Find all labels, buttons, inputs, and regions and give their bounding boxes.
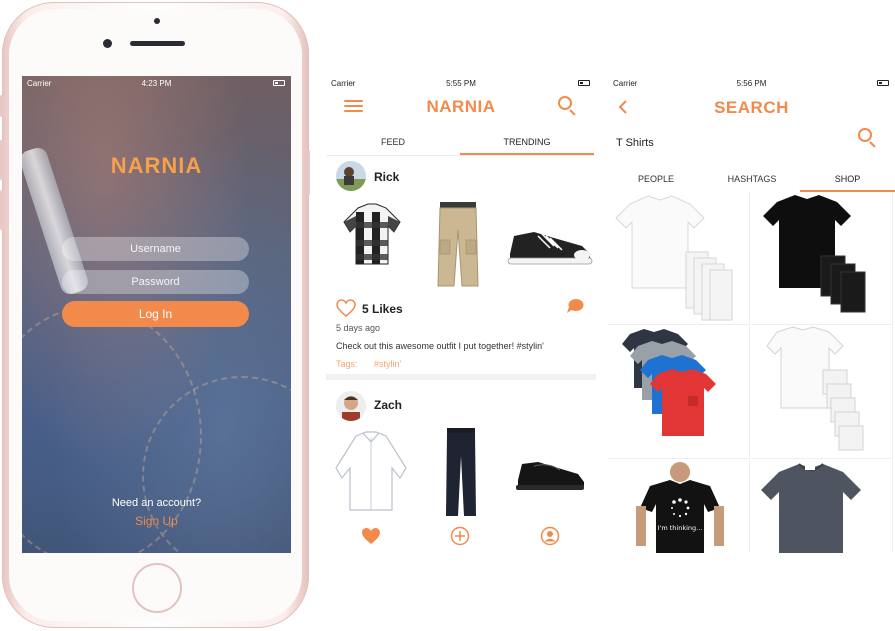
signup-link[interactable]: Sign Up [22,514,291,528]
shop-result-gray-tshirt[interactable] [751,460,893,553]
status-time: 4:23 PM [141,79,172,88]
password-field[interactable] [62,270,249,294]
like-heart-icon[interactable] [336,299,356,317]
shop-result-im-thinking-tshirt[interactable]: I'm thinking... [608,460,750,553]
volume-down-button [0,190,3,230]
plaid-shirt-item[interactable] [340,202,404,271]
tab-feed[interactable]: FEED [326,133,460,155]
app-showcase: Carrier 4:23 PM NARNIA Log In Need an ac… [0,0,895,631]
black-sneakers-item[interactable] [504,224,594,273]
black-pants-item[interactable] [444,426,478,523]
feed-tabs: FEED TRENDING [326,133,596,155]
status-bar: Carrier 5:55 PM [326,76,596,90]
search-screen: Carrier 5:56 PM SEARCH T Shirts PEOPLE H… [608,76,895,553]
black-loafers-item[interactable] [514,454,586,499]
heart-icon[interactable] [361,526,381,546]
search-icon[interactable] [858,128,878,148]
tshirt-print-text: I'm thinking... [658,524,703,532]
login-screen: Carrier 4:23 PM NARNIA Log In Need an ac… [22,76,291,553]
khaki-pants-item[interactable] [436,200,480,293]
page-title: SEARCH [714,98,789,117]
volume-up-button [0,140,3,180]
white-dress-shirt-item[interactable] [330,428,412,517]
battery-icon [273,80,285,86]
username-field[interactable] [62,237,249,261]
tag-link[interactable]: #stylin' [374,359,401,369]
shop-result-white-tshirt-pack[interactable] [608,192,750,325]
front-camera [103,39,112,48]
shop-result-white-tshirt-stack[interactable] [751,326,893,459]
likes-count: 5 Likes [362,302,403,316]
avatar[interactable] [336,161,366,191]
tab-shop[interactable]: SHOP [800,170,895,192]
app-title: NARNIA [110,153,203,178]
shop-result-multicolor-tshirt-pack[interactable] [608,326,750,459]
status-bar: Carrier 5:56 PM [608,76,895,90]
tab-trending[interactable]: TRENDING [460,133,594,155]
search-icon[interactable] [558,96,578,116]
need-account-label: Need an account? [111,497,202,509]
avatar[interactable] [336,391,366,421]
tab-people[interactable]: PEOPLE [608,170,704,192]
tabs-divider [326,155,596,156]
proximity-sensor [154,18,160,24]
status-time: 5:56 PM [736,79,767,88]
profile-icon[interactable] [540,526,560,546]
status-time: 5:55 PM [446,79,476,88]
tab-hashtags[interactable]: HASHTAGS [704,170,800,192]
feed-screen: Carrier 5:55 PM NARNIA FEED TRENDING Ric… [326,76,596,553]
power-button [307,150,310,195]
battery-icon [877,80,889,86]
post-divider [326,374,596,380]
search-tabs: PEOPLE HASHTAGS SHOP [608,170,895,192]
login-button[interactable]: Log In [62,301,249,327]
home-button[interactable] [132,563,182,613]
tags-label: Tags: [336,359,358,369]
post-username[interactable]: Zach [374,398,402,412]
battery-icon [578,80,590,86]
post-caption: Check out this awesome outfit I put toge… [336,341,544,351]
add-post-icon[interactable] [450,526,470,546]
comment-icon[interactable] [566,298,584,314]
mute-switch [0,95,3,117]
shop-result-black-tshirt-pack[interactable] [751,192,893,325]
earpiece-speaker [130,41,185,46]
app-title: NARNIA [426,97,496,116]
search-input[interactable]: T Shirts [616,137,654,149]
status-bar: Carrier 4:23 PM [22,76,291,90]
post-username[interactable]: Rick [374,170,399,184]
post-time: 5 days ago [336,323,381,333]
